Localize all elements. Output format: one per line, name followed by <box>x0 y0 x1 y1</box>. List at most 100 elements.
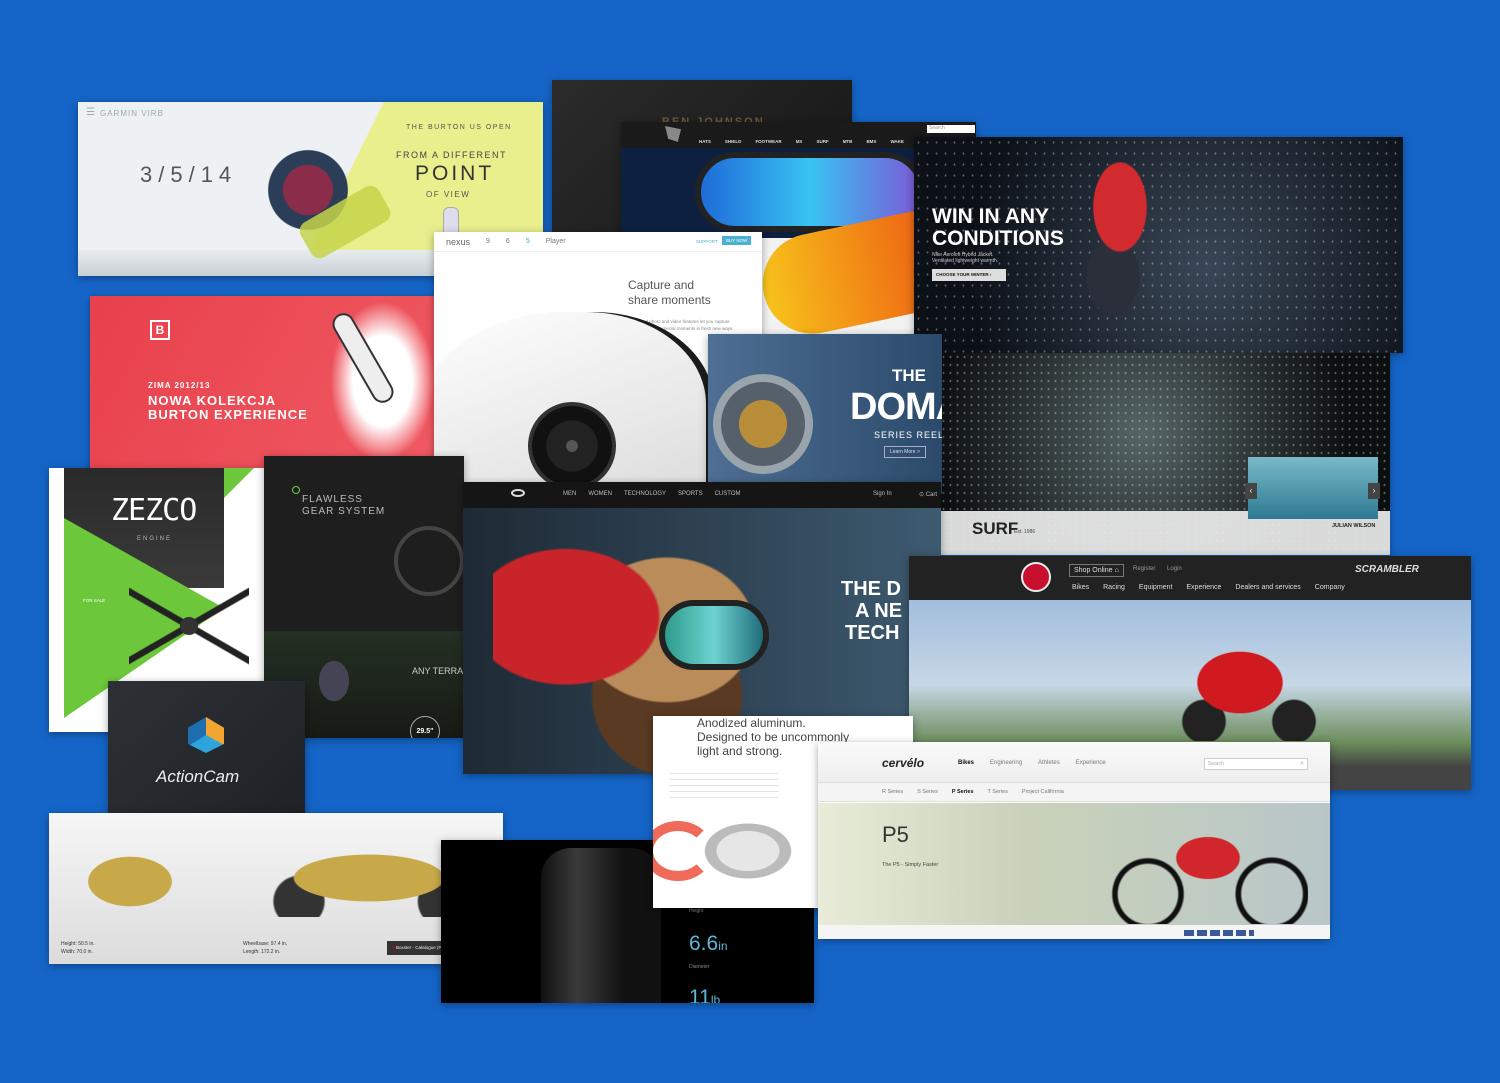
burton-title-2: BURTON EXPERIENCE <box>148 407 308 422</box>
garmin-kicker: THE BURTON US OPEN <box>406 124 512 131</box>
nexus-nav-item[interactable]: 6 <box>506 238 510 245</box>
carousel-next-icon[interactable]: › <box>1368 483 1380 499</box>
cervelo-subnav-item[interactable]: P Series <box>952 789 974 795</box>
flawless-terrain: ANY TERRA <box>412 666 464 676</box>
cervelo-nav-item[interactable]: Experience <box>1076 760 1106 766</box>
porsche-height: Height: 50.5 in. <box>61 941 95 947</box>
burton-logo-icon[interactable]: B <box>150 320 170 340</box>
garmin-line2: POINT <box>415 162 495 185</box>
domain-series: SERIES REELS <box>874 430 942 440</box>
garmin-brand: GARMIN VIRB <box>100 109 164 118</box>
cervelo-nav-item[interactable]: Athletes <box>1038 760 1060 766</box>
garmin-brand-suffix: VIRB <box>141 109 164 118</box>
ducati-shop-button[interactable]: Shop Online ⌂ <box>1069 564 1124 577</box>
fox-nav-item[interactable]: MTB <box>843 139 853 144</box>
cervelo-screenshot: cervélo Bikes Engineering Athletes Experien… <box>818 742 1330 939</box>
ducati-nav-item[interactable]: Dealers and services <box>1235 584 1300 591</box>
watch-headline-1: Anodized aluminum. <box>697 716 806 730</box>
carousel-prev-icon[interactable]: ‹ <box>1245 483 1257 499</box>
nexus-support-link[interactable]: SUPPORT <box>696 239 718 244</box>
garmin-menu-icon[interactable]: ☰ <box>86 107 95 118</box>
macpro-value-1: 6.6in <box>689 932 728 956</box>
oakley-logo-icon[interactable] <box>511 489 525 497</box>
nexus-nav-item[interactable]: Player <box>546 238 566 245</box>
fox-search-input[interactable]: Search <box>927 125 975 133</box>
oakley-nav-item[interactable]: SPORTS <box>678 491 703 497</box>
nike-headline-1: WIN IN ANY <box>932 205 1050 228</box>
oakley-nav-item[interactable]: TECHNOLOGY <box>624 491 666 497</box>
zezco-logo[interactable]: ZEZCO <box>111 493 197 528</box>
surf-title: SURF <box>972 519 1019 538</box>
ducati-shop-label: Shop Online <box>1074 567 1113 574</box>
fox-nav-item[interactable]: BMX <box>866 139 876 144</box>
nike-headline-2: CONDITIONS <box>932 227 1064 250</box>
fox-nav-item[interactable]: HATS <box>699 139 711 144</box>
flawless-line-2: GEAR SYSTEM <box>302 506 386 517</box>
porsche-wheelbase: Wheelbase: 97.4 in. <box>243 941 288 947</box>
ducati-login-link[interactable]: Login <box>1167 566 1182 572</box>
ducati-nav-item[interactable]: Company <box>1315 584 1345 591</box>
scrambler-logo[interactable]: SCRAMBLER <box>1355 564 1419 575</box>
nexus-title-2: share moments <box>628 293 711 307</box>
burton-title-1: NOWA KOLEKCJA <box>148 393 277 408</box>
fox-nav-item[interactable]: MX <box>796 139 803 144</box>
search-icon[interactable]: ⌕ <box>1300 760 1304 768</box>
mtb-rider-image <box>304 641 364 721</box>
zezco-label: FOR SALE <box>83 598 106 603</box>
nexus-lens-image <box>528 402 616 490</box>
surf-thumbnail[interactable] <box>1248 457 1378 519</box>
fox-nav-item[interactable]: SHIELD <box>725 139 742 144</box>
runner-image <box>1064 147 1204 347</box>
oakley-nav-item[interactable]: MEN <box>563 491 576 497</box>
oakley-cart-link[interactable]: ⊙ Cart <box>919 491 937 498</box>
nexus-nav: 9 6 5 Player <box>486 238 566 245</box>
cervelo-search-input[interactable]: Search ⌕ <box>1204 758 1308 770</box>
nike-cta-button[interactable]: CHOOSE YOUR WINTER › <box>932 269 1006 281</box>
nike-win-screenshot: WIN IN ANY CONDITIONS Nike Aeroloft Hybr… <box>914 137 1403 353</box>
oakley-nav-item[interactable]: WOMEN <box>588 491 612 497</box>
porsche-length: Length: 172.2 in. <box>243 949 281 955</box>
surf-screenshot: SURF Est. 1986 JULIAN WILSON ‹ › <box>940 353 1390 555</box>
nexus-nav-item[interactable]: 9 <box>486 238 490 245</box>
ducati-nav-item[interactable]: Racing <box>1103 584 1125 591</box>
nexus-buy-button[interactable]: BUY NOW <box>722 236 752 245</box>
flawless-logo-icon[interactable] <box>292 486 300 494</box>
actioncam-title: ActionCam <box>156 767 240 786</box>
nexus-brand[interactable]: nexus <box>446 237 470 247</box>
oakley-signin-link[interactable]: Sign In <box>873 491 892 497</box>
fox-nav-item[interactable]: SURF <box>816 139 828 144</box>
cervelo-search-placeholder: Search <box>1208 761 1224 767</box>
ducati-nav-item[interactable]: Experience <box>1186 584 1221 591</box>
ducati-register-link[interactable]: Register <box>1133 566 1155 572</box>
nike-sub-2: Ventilated lightweight warmth. <box>932 258 999 264</box>
cervelo-subnav-item[interactable]: T Series <box>988 789 1008 795</box>
cervelo-subnav-item[interactable]: R Series <box>882 789 903 795</box>
zezco-sub: ENGINE <box>137 536 173 542</box>
macpro-label-2: Diameter <box>689 964 710 970</box>
oakley-nav-item[interactable]: CUSTOM <box>715 491 741 497</box>
fox-nav-item[interactable]: FOOTWEAR <box>755 139 781 144</box>
cervelo-nav-item[interactable]: Bikes <box>958 760 974 766</box>
motorcycle-image <box>1159 611 1339 741</box>
ducati-nav-item[interactable]: Equipment <box>1139 584 1172 591</box>
domain-learn-more-button[interactable]: Learn More > <box>884 446 926 458</box>
domain-the: THE <box>892 366 926 385</box>
garmin-line1: FROM A DIFFERENT <box>396 150 508 160</box>
social-share-icons[interactable] <box>1184 930 1254 936</box>
nexus-title-1: Capture and <box>628 278 695 292</box>
oakley-headline-1: THE D <box>841 578 901 600</box>
fox-nav-item[interactable]: WAKE <box>890 139 904 144</box>
nexus-nav-item[interactable]: 5 <box>526 238 530 245</box>
actioncam-screenshot: ActionCam <box>108 681 305 827</box>
cervelo-subnav: R Series S Series P Series T Series Project … <box>882 789 1078 795</box>
cervelo-subnav-item[interactable]: Project California <box>1022 789 1064 795</box>
ducati-nav-item[interactable]: Bikes <box>1072 584 1089 591</box>
ducati-logo-icon[interactable] <box>1021 562 1051 592</box>
actioncam-logo-icon[interactable] <box>188 717 224 753</box>
cervelo-nav-item[interactable]: Engineering <box>990 760 1022 766</box>
cervelo-logo[interactable]: cervélo <box>882 756 924 770</box>
cervelo-subnav-item[interactable]: S Series <box>917 789 938 795</box>
surf-est: Est. 1986 <box>1014 529 1036 535</box>
fishing-reel-image <box>713 374 813 474</box>
macpro-value-1-unit: in <box>718 939 728 953</box>
